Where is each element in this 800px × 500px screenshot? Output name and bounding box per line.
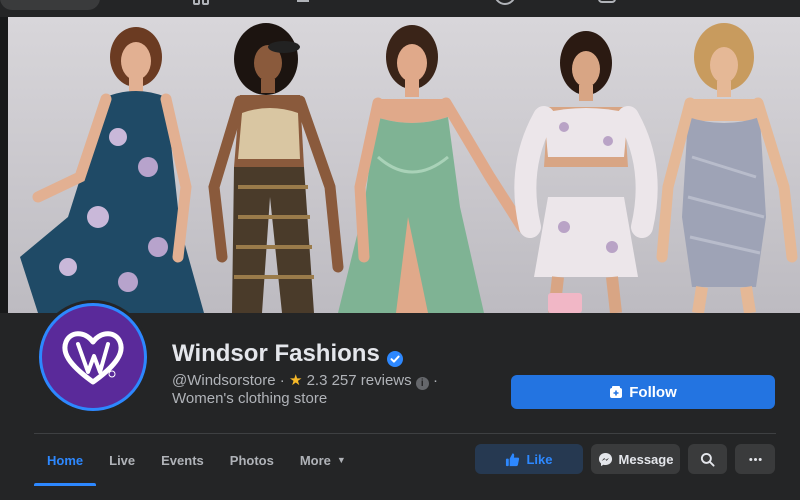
tab-home[interactable]: Home <box>34 434 97 486</box>
global-search-field[interactable] <box>0 0 100 10</box>
top-navigation-bar <box>0 0 800 17</box>
tab-live-label: Live <box>109 452 136 468</box>
gaming-nav-icon[interactable] <box>596 0 618 6</box>
ellipsis-icon <box>748 452 763 467</box>
messenger-icon <box>598 452 613 467</box>
page-name: Windsor Fashions <box>172 340 380 367</box>
tab-live[interactable]: Live <box>96 434 148 486</box>
tab-more-label: More <box>299 452 331 468</box>
avatar-ring <box>39 303 147 411</box>
page-avatar[interactable] <box>36 300 150 414</box>
page-handle[interactable]: @Windsorstore <box>172 372 276 389</box>
watch-nav-icon[interactable] <box>292 0 314 6</box>
tab-photos[interactable]: Photos <box>217 434 287 486</box>
pages-nav-icon[interactable] <box>190 0 212 6</box>
star-icon: ★ <box>288 372 303 389</box>
verified-badge-icon[interactable] <box>386 346 403 367</box>
like-button[interactable]: Like <box>475 444 583 474</box>
message-label: Message <box>618 451 674 467</box>
more-options-button[interactable] <box>735 444 775 474</box>
groups-nav-icon[interactable] <box>494 0 516 6</box>
like-label: Like <box>526 451 553 467</box>
page-title: Windsor Fashions <box>172 340 403 368</box>
info-icon[interactable]: i <box>415 377 429 390</box>
page-tabs: Home Live Events Photos More ▼ <box>34 434 359 486</box>
follow-button[interactable]: Follow <box>511 375 775 409</box>
page-meta: @Windsorstore · ★ 2.3 257 reviews i · Wo… <box>172 372 438 407</box>
tab-photos-label: Photos <box>229 452 274 468</box>
tab-events-label: Events <box>161 452 204 468</box>
page-reviews[interactable]: 257 reviews <box>332 372 412 389</box>
cover-photo-container <box>0 17 800 313</box>
follow-icon <box>609 385 623 399</box>
tab-home-label: Home <box>47 452 84 468</box>
tab-more[interactable]: More ▼ <box>287 434 359 486</box>
search-icon <box>700 452 715 467</box>
cover-photo[interactable] <box>8 17 800 313</box>
page-category[interactable]: Women's clothing store <box>172 390 327 407</box>
message-button[interactable]: Message <box>591 444 680 474</box>
caret-down-icon: ▼ <box>336 455 346 465</box>
page-rating: 2.3 <box>306 372 328 389</box>
follow-label: Follow <box>629 383 677 401</box>
page-search-button[interactable] <box>688 444 727 474</box>
thumbs-up-icon <box>505 452 520 467</box>
tab-events[interactable]: Events <box>148 434 217 486</box>
windsor-logo-icon <box>42 306 144 408</box>
